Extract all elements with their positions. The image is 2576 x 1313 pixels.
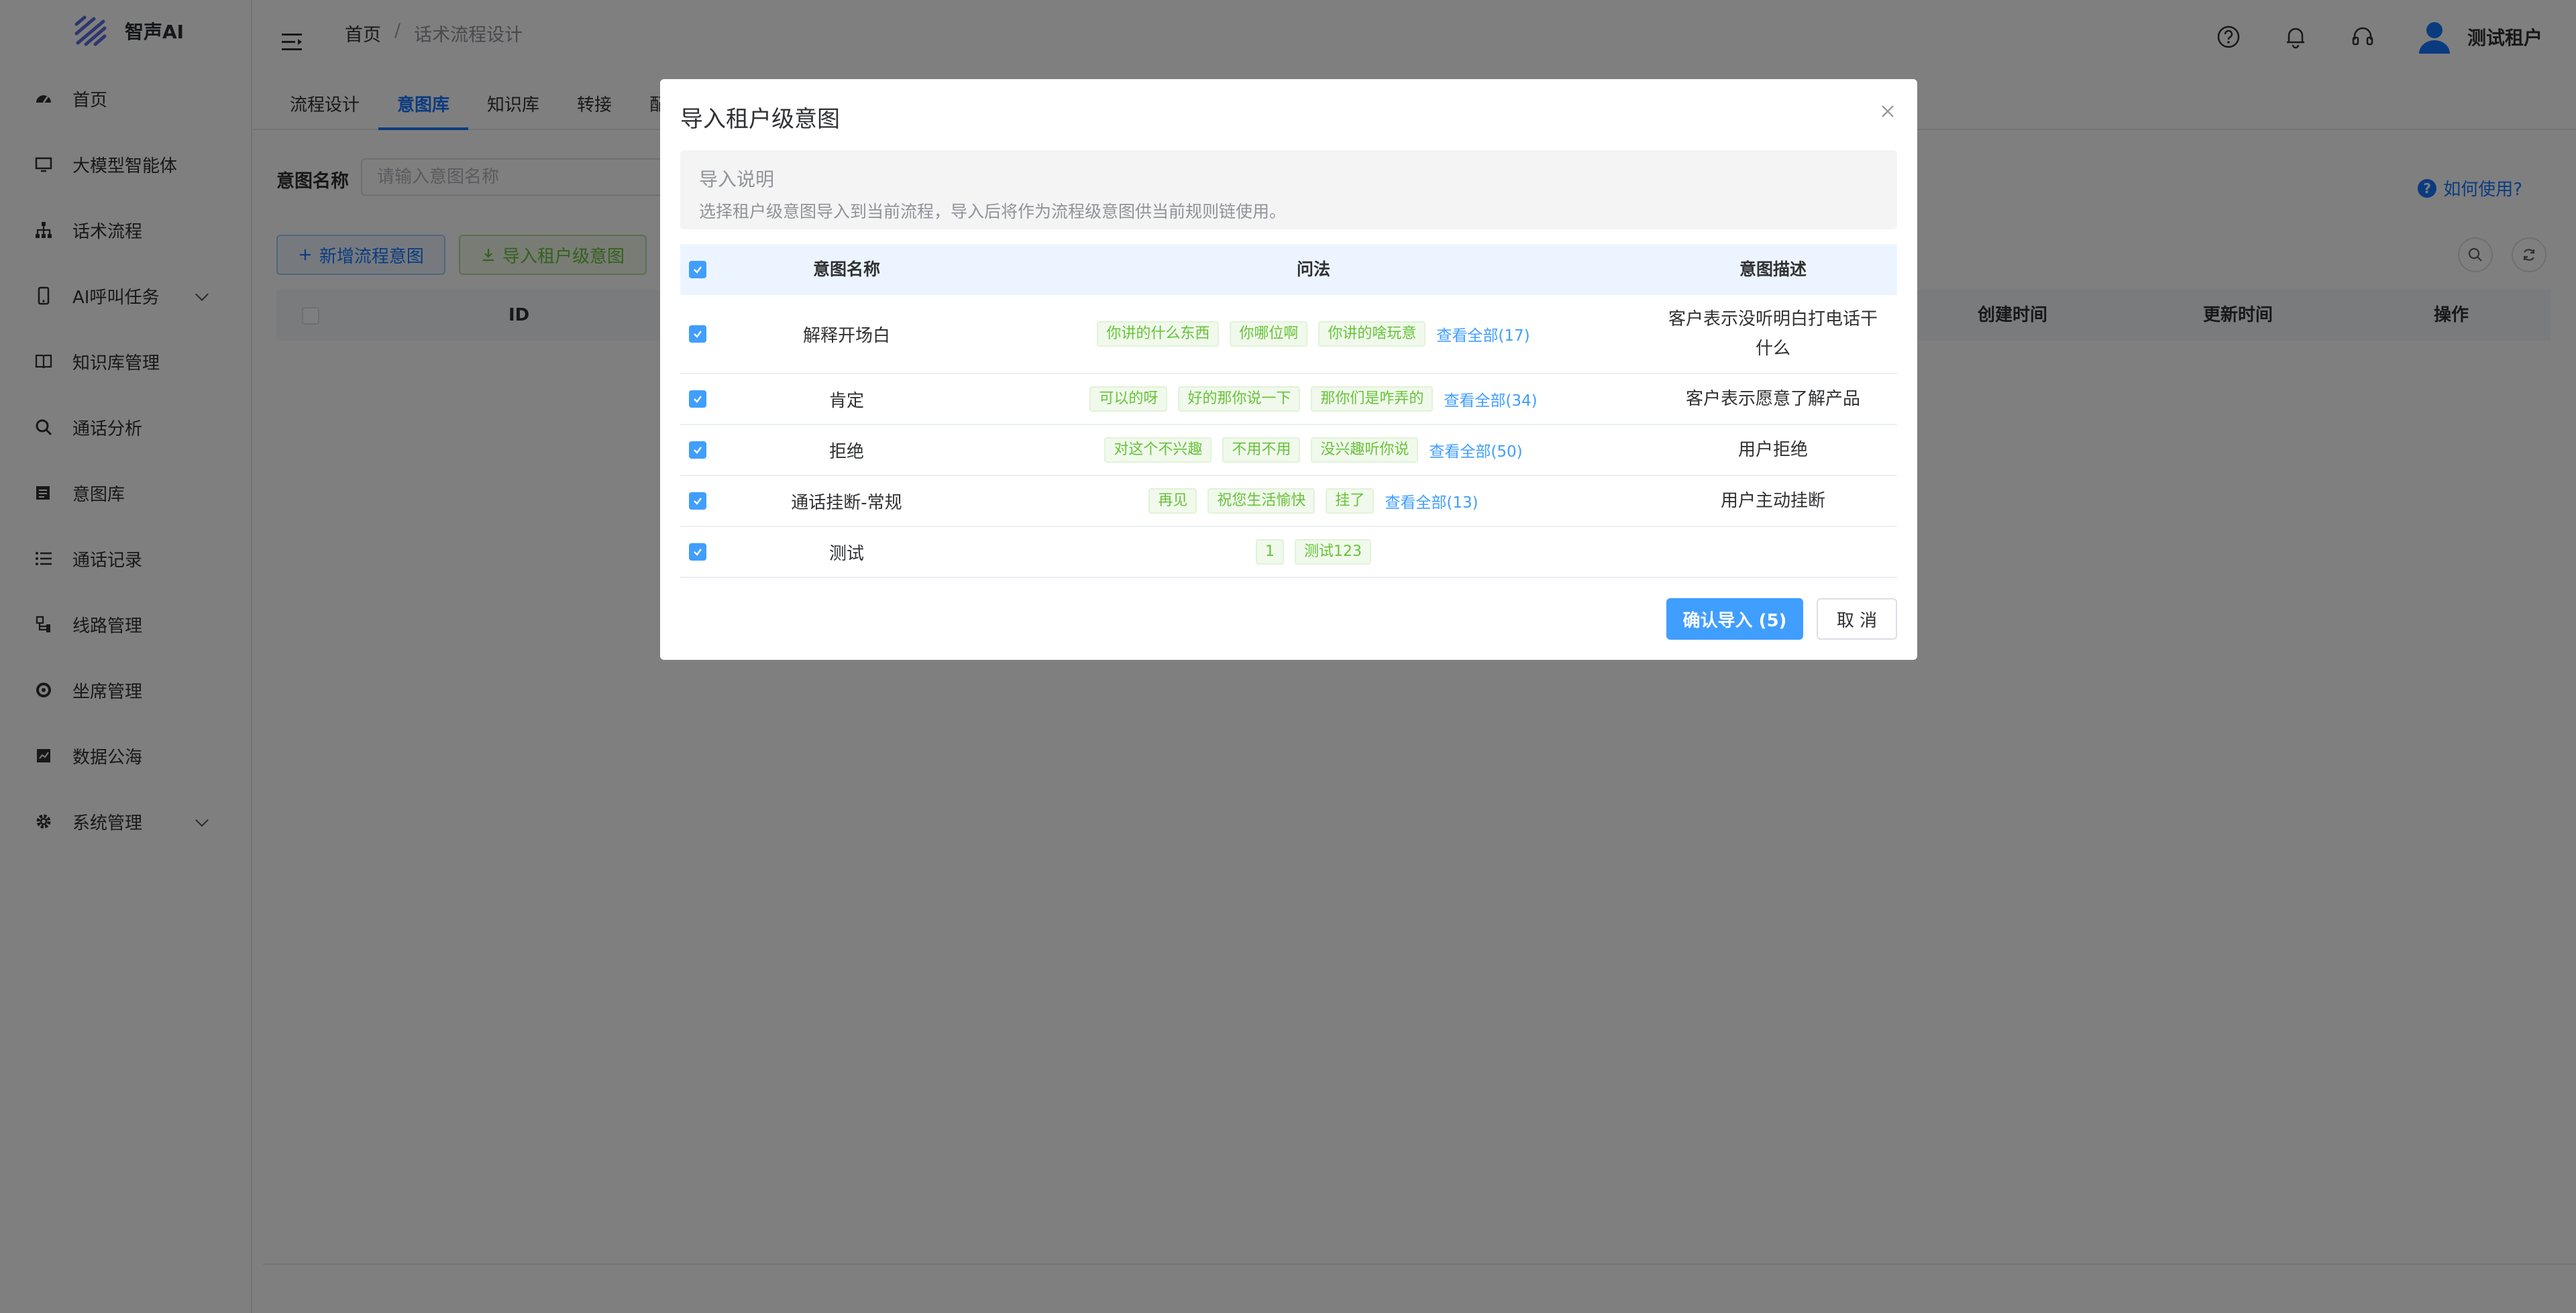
column-description: 意图描述 bbox=[1739, 260, 1807, 279]
phrase-tags: 可以的呀 好的那你说一下 那你们是咋弄的 查看全部(34) bbox=[1089, 386, 1538, 412]
intent-name: 解释开场白 bbox=[802, 325, 890, 346]
cancel-button[interactable]: 取 消 bbox=[1817, 598, 1897, 640]
dialog-title: 导入租户级意图 bbox=[680, 106, 840, 133]
phrase-tag: 那你们是咋弄的 bbox=[1311, 386, 1434, 412]
phrase-tag: 你哪位啊 bbox=[1230, 321, 1308, 347]
phrase-tags: 对这个不兴趣 不用不用 没兴趣听你说 查看全部(50) bbox=[1104, 437, 1523, 463]
dialog-table-body: 解释开场白 你讲的什么东西 你哪位啊 你讲的啥玩意 查看全部(17) 客户表示没听明白打电… bbox=[680, 295, 1897, 578]
intent-name: 通话挂断-常规 bbox=[791, 492, 902, 513]
app-root: 智声AI 首页大模型智能体话术流程AI呼叫任务知识库管理通话分析意图库通话记录线… bbox=[0, 0, 2576, 1313]
phrase-tag: 不用不用 bbox=[1222, 437, 1301, 463]
intent-name: 拒绝 bbox=[828, 441, 864, 462]
column-phrases: 问法 bbox=[1296, 260, 1330, 279]
phrase-tag: 祝您生活愉快 bbox=[1208, 488, 1316, 514]
phrase-tag: 测试123 bbox=[1295, 539, 1371, 565]
intent-name: 测试 bbox=[828, 543, 864, 564]
intent-description: 客户表示愿意了解产品 bbox=[1685, 389, 1860, 409]
phrase-tag: 没兴趣听你说 bbox=[1311, 437, 1419, 463]
column-intent-name: 意图名称 bbox=[812, 260, 880, 279]
phrase-tag: 挂了 bbox=[1326, 488, 1375, 514]
view-all-link[interactable]: 查看全部(50) bbox=[1429, 439, 1522, 461]
phrase-tag: 你讲的什么东西 bbox=[1097, 321, 1220, 347]
dialog-table-header: 意图名称 问法 意图描述 bbox=[680, 244, 1897, 295]
intent-description: 用户拒绝 bbox=[1737, 440, 1808, 460]
phrase-tag: 可以的呀 bbox=[1089, 386, 1168, 412]
close-icon[interactable] bbox=[1876, 99, 1900, 123]
intent-select-table: 意图名称 问法 意图描述 解释开场白 你讲的什么东西 你哪位啊 你讲的啥玩意 查看全部(… bbox=[680, 244, 1897, 578]
phrase-tags: 1 测试123 bbox=[1256, 539, 1371, 565]
phrase-tag: 再见 bbox=[1148, 488, 1197, 514]
intent-description: 用户主动挂断 bbox=[1720, 491, 1825, 511]
row-checkbox[interactable] bbox=[689, 390, 706, 408]
intent-row: 解释开场白 你讲的什么东西 你哪位啊 你讲的啥玩意 查看全部(17) 客户表示没听明白打电… bbox=[680, 295, 1897, 374]
view-all-link[interactable]: 查看全部(34) bbox=[1444, 388, 1537, 410]
row-checkbox[interactable] bbox=[689, 441, 706, 459]
phrase-tags: 你讲的什么东西 你哪位啊 你讲的啥玩意 查看全部(17) bbox=[1097, 321, 1530, 347]
intent-row: 测试 1 测试123 bbox=[680, 527, 1897, 578]
select-all-checkbox[interactable] bbox=[689, 261, 706, 278]
phrase-tag: 好的那你说一下 bbox=[1178, 386, 1301, 412]
phrase-tag: 对这个不兴趣 bbox=[1104, 437, 1212, 463]
import-notice: 导入说明 选择租户级意图导入到当前流程，导入后将作为流程级意图供当前规则链使用。 bbox=[680, 150, 1897, 229]
row-checkbox[interactable] bbox=[689, 325, 706, 343]
phrase-tags: 再见 祝您生活愉快 挂了 查看全部(13) bbox=[1148, 488, 1479, 514]
intent-row: 拒绝 对这个不兴趣 不用不用 没兴趣听你说 查看全部(50) 用户拒绝 bbox=[680, 425, 1897, 476]
row-checkbox[interactable] bbox=[689, 492, 706, 510]
phrase-tag: 1 bbox=[1256, 539, 1284, 565]
intent-description: 客户表示没听明白打电话干什么 bbox=[1668, 309, 1878, 359]
notice-description: 选择租户级意图导入到当前流程，导入后将作为流程级意图供当前规则链使用。 bbox=[699, 202, 1287, 221]
intent-name: 肯定 bbox=[828, 390, 864, 411]
view-all-link[interactable]: 查看全部(13) bbox=[1385, 490, 1478, 512]
phrase-tag: 你讲的啥玩意 bbox=[1318, 321, 1426, 347]
confirm-import-button[interactable]: 确认导入 (5) bbox=[1666, 598, 1803, 640]
row-checkbox[interactable] bbox=[689, 543, 706, 561]
notice-title: 导入说明 bbox=[699, 168, 775, 190]
intent-row: 肯定 可以的呀 好的那你说一下 那你们是咋弄的 查看全部(34) 客户表示愿意了解产品 bbox=[680, 374, 1897, 425]
intent-row: 通话挂断-常规 再见 祝您生活愉快 挂了 查看全部(13) 用户主动挂断 bbox=[680, 476, 1897, 527]
view-all-link[interactable]: 查看全部(17) bbox=[1436, 323, 1529, 345]
import-intent-dialog: 导入租户级意图 导入说明 选择租户级意图导入到当前流程，导入后将作为流程级意图供… bbox=[660, 79, 1917, 660]
